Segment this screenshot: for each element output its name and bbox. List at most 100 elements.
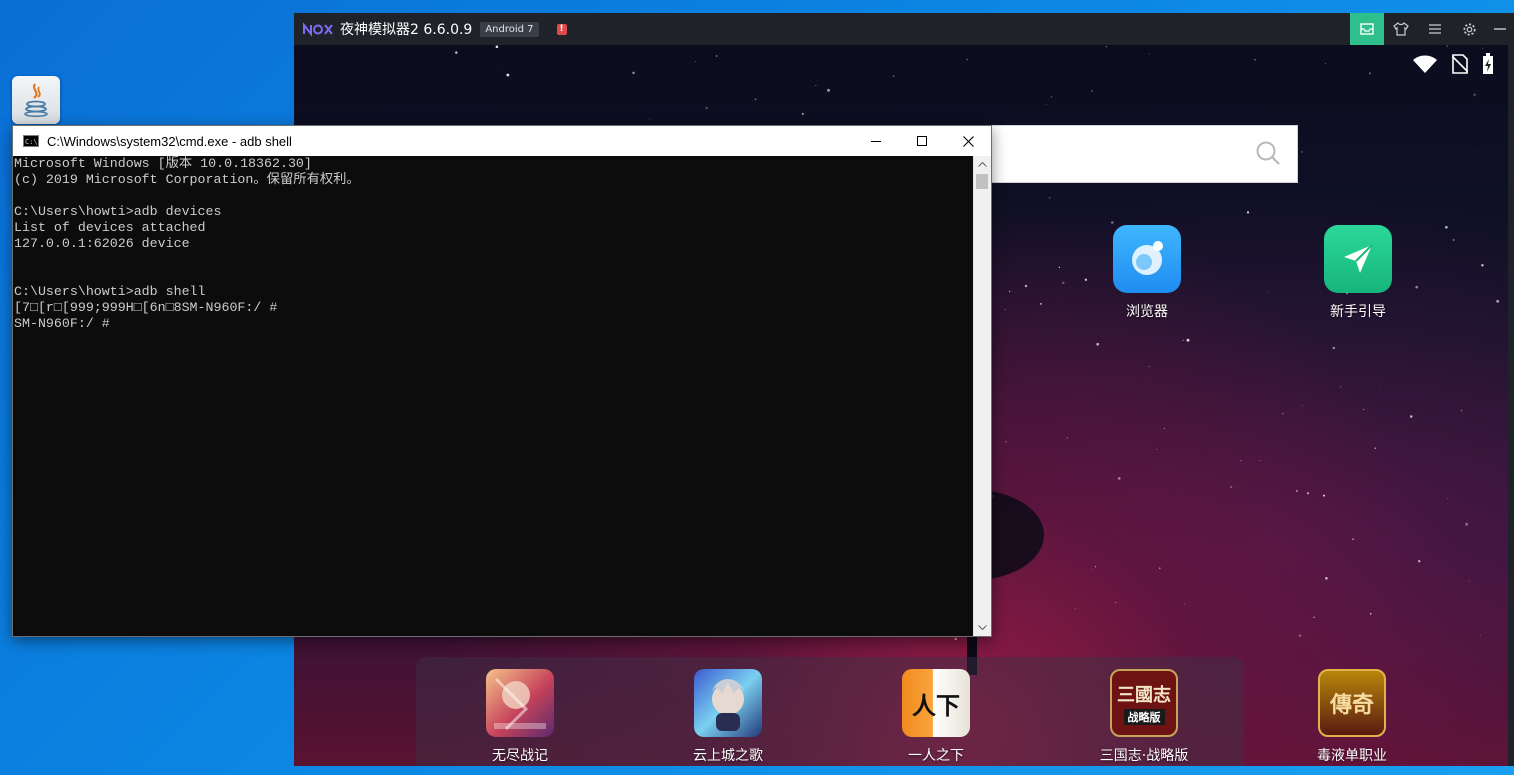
star: [1479, 634, 1481, 636]
app-browser[interactable]: 浏览器: [1092, 225, 1202, 321]
star: [1061, 281, 1065, 285]
star: [801, 113, 804, 115]
star: [1163, 427, 1166, 430]
gear-icon: [1463, 23, 1475, 35]
menu-button[interactable]: [1418, 13, 1452, 45]
star: [1458, 353, 1460, 355]
star: [1230, 485, 1233, 489]
star: [1058, 266, 1061, 269]
java-desktop-icon[interactable]: [12, 76, 60, 124]
star: [1004, 309, 1006, 311]
star: [1301, 151, 1303, 153]
minimize-button[interactable]: [853, 126, 899, 156]
star: [1048, 196, 1051, 199]
star: [1117, 477, 1121, 480]
star: [705, 106, 708, 110]
game-icon: 人下: [902, 669, 970, 737]
star: [1148, 366, 1150, 368]
app-label: 新手引导: [1330, 304, 1386, 320]
cmd-scrollbar[interactable]: [973, 156, 991, 636]
star: [1088, 49, 1089, 50]
star: [455, 51, 458, 54]
scroll-down-button[interactable]: [974, 619, 991, 636]
star: [1446, 45, 1448, 47]
star: [1322, 494, 1325, 497]
browser-icon: [1113, 225, 1181, 293]
star: [632, 71, 635, 75]
minimize-icon: [1494, 28, 1506, 30]
nox-title: 夜神模拟器2 6.6.0.9: [340, 22, 473, 38]
console-line: [13, 268, 974, 284]
star: [1259, 460, 1261, 461]
guide-icon: [1324, 225, 1392, 293]
star: [827, 88, 830, 92]
console-line: C:\Users\howti>adb devices: [14, 204, 222, 219]
star: [1045, 104, 1047, 106]
no-sim-icon: [1452, 54, 1468, 74]
star: [1156, 448, 1157, 450]
cmd-titlebar[interactable]: C:\ C:\Windows\system32\cmd.exe - adb sh…: [13, 126, 991, 156]
dock-label: 毒液单职业: [1317, 748, 1387, 764]
star: [649, 118, 651, 120]
star: [1111, 221, 1114, 224]
star: [1352, 538, 1354, 540]
cmd-window: C:\ C:\Windows\system32\cmd.exe - adb sh…: [12, 125, 992, 637]
dock-app-4[interactable]: 三國志 战略版 三国志·战略版: [1089, 669, 1199, 765]
game-glyph: 三國志: [1117, 685, 1171, 706]
maximize-button[interactable]: [899, 126, 945, 156]
scroll-thumb[interactable]: [976, 174, 988, 189]
star: [1095, 566, 1097, 568]
star: [1084, 278, 1088, 281]
settings-button[interactable]: [1452, 13, 1486, 45]
star: [715, 55, 718, 57]
star: [1186, 338, 1190, 342]
dock-app-3[interactable]: 人下 一人之下: [881, 669, 991, 765]
console-line: SM-N960F:/ #: [14, 316, 110, 331]
game-icon: 三國志 战略版: [1110, 669, 1178, 737]
star: [506, 73, 510, 77]
theme-button[interactable]: [1384, 13, 1418, 45]
star: [1298, 634, 1302, 637]
dock-app-1[interactable]: 无尽战记: [465, 669, 575, 765]
star: [1148, 53, 1150, 55]
game-icon: [486, 669, 554, 737]
star: [1091, 568, 1093, 570]
dock-label: 无尽战记: [492, 748, 548, 764]
message-button[interactable]: [1350, 13, 1384, 45]
star: [754, 98, 757, 101]
star: [1159, 567, 1161, 569]
star: [1281, 412, 1284, 415]
dock-app-2[interactable]: 云上城之歌: [673, 669, 783, 765]
console-line: Microsoft Windows [版本 10.0.18362.30]: [14, 156, 312, 171]
star: [1050, 96, 1053, 98]
star: [1005, 440, 1007, 443]
dock-label: 云上城之歌: [693, 748, 763, 764]
home-search-bar[interactable]: [954, 125, 1298, 183]
close-button[interactable]: [945, 126, 991, 156]
star: [1482, 47, 1483, 49]
star: [1409, 415, 1413, 418]
console-line: C:\Users\howti>adb shell: [14, 284, 206, 299]
star: [1447, 498, 1448, 500]
minimize-button[interactable]: [1486, 13, 1514, 45]
cmd-console-output[interactable]: Microsoft Windows [版本 10.0.18362.30] (c)…: [13, 156, 974, 636]
star: [1313, 616, 1315, 619]
console-line: 127.0.0.1:62026 device: [14, 236, 190, 251]
dock-app-5[interactable]: 傳奇 毒液单职业: [1297, 669, 1407, 765]
star: [1268, 291, 1269, 293]
star: [1468, 580, 1470, 582]
console-line: [13, 188, 974, 204]
nox-titlebar: 夜神模拟器2 6.6.0.9 Android 7 !: [294, 13, 1514, 45]
search-icon[interactable]: [1255, 140, 1281, 166]
star: [1481, 264, 1484, 267]
app-guide[interactable]: 新手引导: [1303, 225, 1413, 321]
java-icon: [24, 83, 48, 118]
star: [966, 58, 968, 61]
battery-icon: [1483, 53, 1493, 74]
star: [498, 67, 500, 68]
star: [1473, 93, 1476, 97]
scroll-up-button[interactable]: [974, 156, 991, 173]
alert-badge[interactable]: !: [556, 23, 567, 35]
star: [1182, 339, 1184, 341]
star: [1040, 303, 1042, 305]
